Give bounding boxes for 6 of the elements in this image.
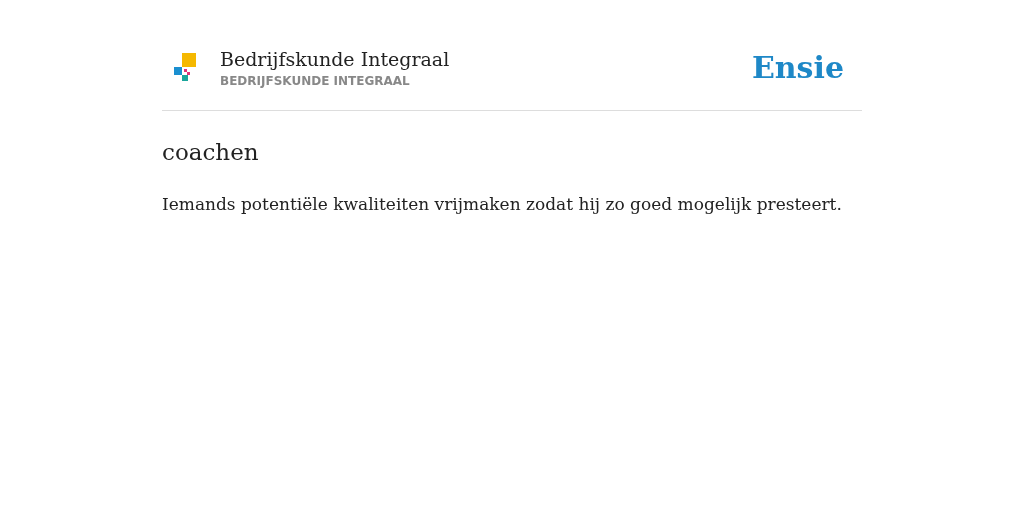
definition-text: Iemands potentiële kwaliteiten vrijmaken zodat hij zo goed mogelijk presteert. bbox=[162, 192, 843, 216]
logo-icon bbox=[174, 52, 198, 83]
brand-logo[interactable]: Ensie bbox=[751, 45, 850, 90]
site-title: Bedrijfskunde Integraal bbox=[220, 46, 450, 72]
term-heading: coachen bbox=[162, 138, 260, 167]
site-subtitle: BEDRIJFSKUNDE INTEGRAAL bbox=[220, 72, 411, 90]
